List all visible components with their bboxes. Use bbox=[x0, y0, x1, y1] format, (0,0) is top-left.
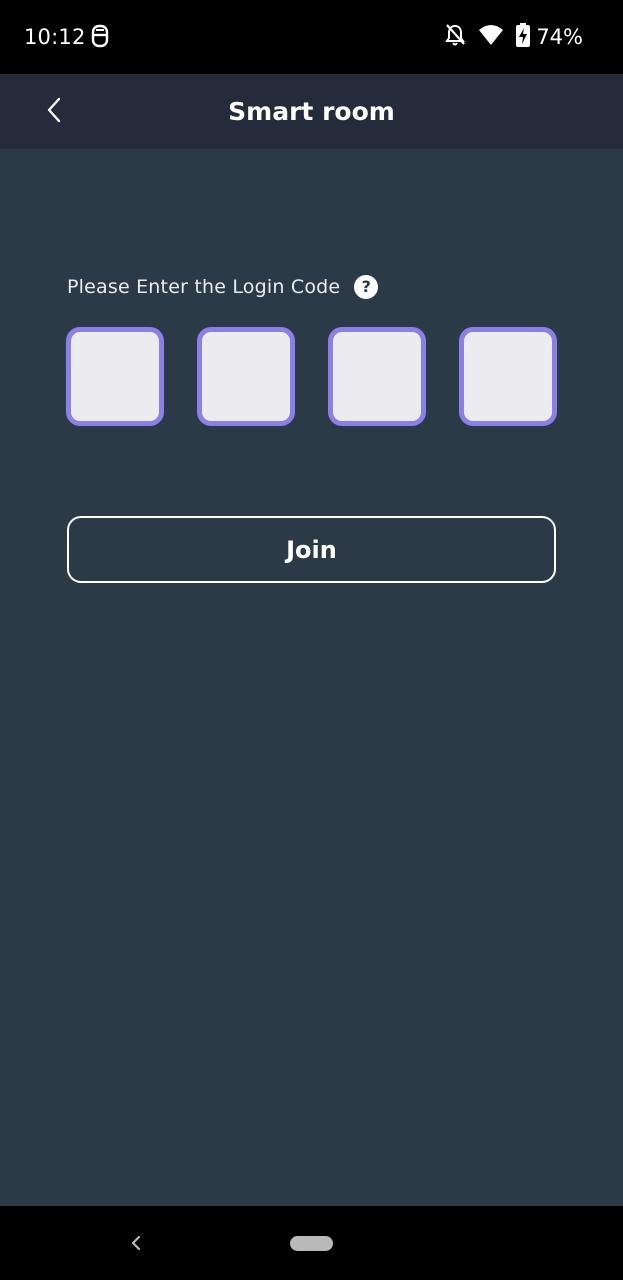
nav-home-pill[interactable] bbox=[290, 1236, 333, 1251]
login-code-inputs bbox=[66, 327, 557, 426]
code-digit-3-input[interactable] bbox=[328, 327, 426, 426]
app-bar: Smart room bbox=[0, 74, 623, 149]
notification-app-icon bbox=[88, 24, 112, 50]
status-icons: 74% bbox=[432, 22, 583, 52]
status-time: 10:12 bbox=[24, 25, 86, 49]
wifi-icon bbox=[478, 24, 504, 50]
page-title: Smart room bbox=[228, 97, 395, 126]
battery-percent: 74% bbox=[536, 25, 583, 49]
join-button[interactable]: Join bbox=[67, 516, 556, 583]
nav-back-icon[interactable] bbox=[124, 1230, 148, 1256]
code-digit-1-input[interactable] bbox=[66, 327, 164, 426]
login-prompt-row: Please Enter the Login Code ? bbox=[67, 273, 379, 301]
code-digit-4-input[interactable] bbox=[459, 327, 557, 426]
login-code-label: Please Enter the Login Code bbox=[67, 276, 341, 298]
system-nav-bar bbox=[0, 1206, 623, 1280]
code-digit-2-input[interactable] bbox=[197, 327, 295, 426]
main-content: Please Enter the Login Code ? Join bbox=[0, 149, 623, 1206]
status-bar: 10:12 74% bbox=[0, 0, 623, 74]
help-icon[interactable]: ? bbox=[354, 275, 379, 299]
bell-off-icon bbox=[444, 23, 466, 51]
battery-charging-icon bbox=[516, 23, 531, 51]
